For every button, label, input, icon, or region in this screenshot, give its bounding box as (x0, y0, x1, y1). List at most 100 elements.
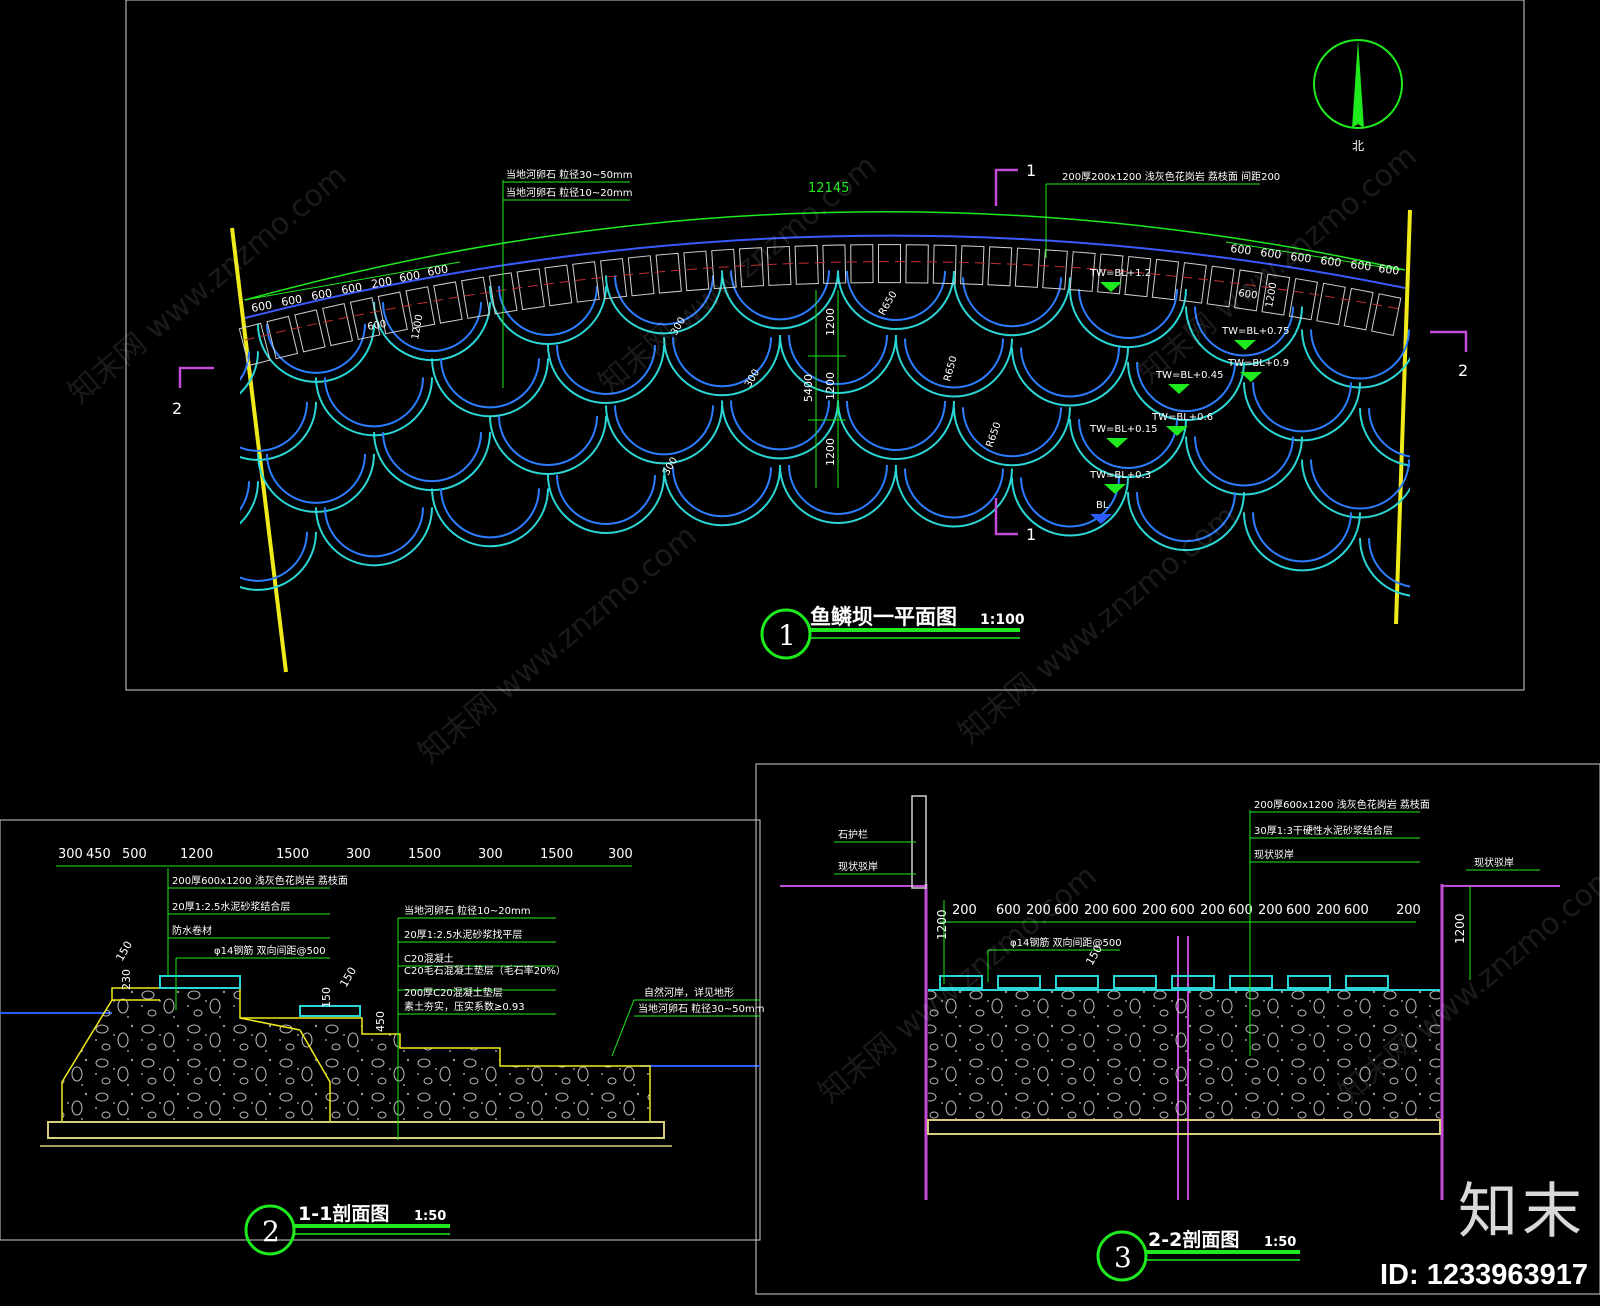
dim-text: 600 (398, 269, 421, 285)
fish-scale-arc (1252, 512, 1352, 563)
section-1-1-view: 300 450 500 1200 1500 300 1500 300 1500 … (0, 819, 765, 1256)
radius-label: 300 (661, 455, 680, 477)
fish-scale-arc (1078, 289, 1178, 340)
fish-scale-arc (730, 400, 830, 451)
dim-text: 600 (1290, 250, 1312, 265)
section2-base (927, 1119, 1441, 1135)
image-id: ID: 1233963917 (1380, 1259, 1588, 1291)
section2-body (928, 990, 1440, 1120)
section1-title-block: 2 1-1剖面图 1:50 (244, 1202, 450, 1256)
granite-slab (997, 975, 1041, 989)
granite-block (1343, 287, 1374, 331)
fish-scale-arc (556, 344, 656, 395)
section2-title-number: 3 (1114, 1241, 1132, 1274)
fish-scale-arc (1310, 459, 1410, 510)
elevation-label: TW=BL+0.9 (1227, 358, 1289, 369)
section1-note: C20毛石混凝土垫层（毛石率20%） (404, 964, 566, 977)
section1-title-number: 2 (262, 1215, 280, 1248)
section2-note: 现状驳岸 (1474, 856, 1514, 869)
dim-text: 600 (1054, 903, 1079, 918)
granite-block (1288, 278, 1319, 321)
fish-scale-arcs (240, 270, 1410, 597)
granite-block (544, 264, 573, 307)
leader-note: 当地河卵石 粒径10~20mm (506, 186, 633, 199)
dim-text: 500 (122, 847, 147, 862)
dim-text: 300 (58, 847, 83, 862)
dim-text: 450 (374, 1011, 387, 1032)
section2-note: 200厚600x1200 浅灰色花岗岩 荔枝面 (1254, 798, 1430, 811)
granite-slab (1229, 975, 1273, 989)
fish-scale-arc (440, 358, 540, 409)
granite-block (766, 245, 792, 286)
section1-scale: 1:50 (414, 1209, 446, 1224)
granite-block (794, 245, 819, 285)
granite-block (516, 268, 545, 311)
fish-scale-arc (240, 351, 250, 382)
fish-scale-arc (240, 531, 308, 582)
granite-block (433, 281, 463, 324)
dim-text: 150 (320, 987, 333, 1008)
dim-text: 200 (1142, 903, 1167, 918)
vertical-dim-chain: 1200 5400 1200 1200 (802, 290, 846, 488)
fish-scale-arc (962, 407, 1062, 458)
arc-length-label: 12145 (808, 181, 849, 196)
granite-block (683, 250, 710, 292)
granite-slab (1345, 975, 1389, 989)
elevation-markers: TW=BL+1.2 TW=BL+0.75 TW=BL+0.9 TW=BL+0.4… (1089, 268, 1289, 524)
granite-block (738, 247, 765, 288)
north-arrow-icon: 北 (1313, 39, 1403, 153)
fish-scale-arc (1252, 382, 1352, 433)
dim-text: 150 (113, 939, 135, 964)
plan-title: 鱼鳞坝一平面图 (810, 605, 957, 629)
dim-text: 600 (1260, 246, 1282, 261)
granite-slab (939, 975, 983, 989)
granite-block (905, 244, 929, 284)
elevation-label: TW=BL+0.3 (1089, 470, 1151, 481)
brand-logo: 知末 (1458, 1177, 1586, 1247)
granite-slab-row (939, 975, 1389, 989)
dim-text: 200 (1200, 903, 1225, 918)
fish-scale-arc (1310, 329, 1410, 380)
dim-text: 1500 (276, 847, 309, 862)
fish-scale-arc (672, 467, 772, 518)
elevation-label: TW=BL+0.45 (1155, 370, 1223, 381)
section-mark-label: 2 (1458, 361, 1468, 380)
plan-title-block: 1 鱼鳞坝一平面图 1:100 (760, 605, 1025, 660)
fish-scale-arc (382, 432, 482, 483)
dim-text: 600 (1230, 242, 1252, 257)
dim-text: 600 (1228, 903, 1253, 918)
dim-text: 1200 (180, 847, 213, 862)
fish-scale-arc (1368, 538, 1410, 588)
granite-slab (1055, 975, 1099, 989)
section1-note: 当地河卵石 粒径10~20mm (404, 904, 531, 917)
section1-note: φ14钢筋 双向间距@500 (214, 944, 326, 957)
dim-text: 600 (1238, 288, 1258, 302)
dim-text: 1200 (935, 909, 949, 940)
fish-scale-arc (324, 507, 424, 558)
cad-drawing-canvas: 12145 当地河卵石 粒径30~50mm 当地河卵石 粒径10~20mm 20… (0, 0, 1600, 1295)
dim-text: 600 (1286, 903, 1311, 918)
section1-note: 当地河卵石 粒径30~50mm (638, 1002, 765, 1015)
leader-note: 当地河卵石 粒径30~50mm (506, 168, 633, 181)
north-label: 北 (1352, 139, 1364, 153)
dim-text: 1500 (408, 847, 441, 862)
fish-scale-arc (614, 275, 714, 326)
granite-block (877, 244, 902, 284)
dim-text: 200 (1316, 903, 1341, 918)
granite-block (987, 246, 1013, 287)
section2-note: 现状驳岸 (1254, 848, 1294, 861)
radius-label: R650 (877, 289, 900, 317)
dim-text: 200 (952, 903, 977, 918)
dim-text: 5400 (802, 374, 815, 402)
dim-text: 600 (310, 287, 333, 303)
dim-text: 230 (120, 969, 133, 990)
granite-slab (1113, 975, 1157, 989)
fish-scale-arc (556, 474, 656, 525)
elevation-label: TW=BL+0.15 (1089, 424, 1157, 435)
plan-outer-arc (244, 210, 1406, 301)
dim-text: 600 (426, 263, 449, 279)
dim-text: 600 (996, 903, 1021, 918)
granite-block (1179, 262, 1207, 304)
elevation-label: TW=BL+0.75 (1221, 326, 1289, 337)
dim-text: 1200 (1453, 913, 1467, 944)
